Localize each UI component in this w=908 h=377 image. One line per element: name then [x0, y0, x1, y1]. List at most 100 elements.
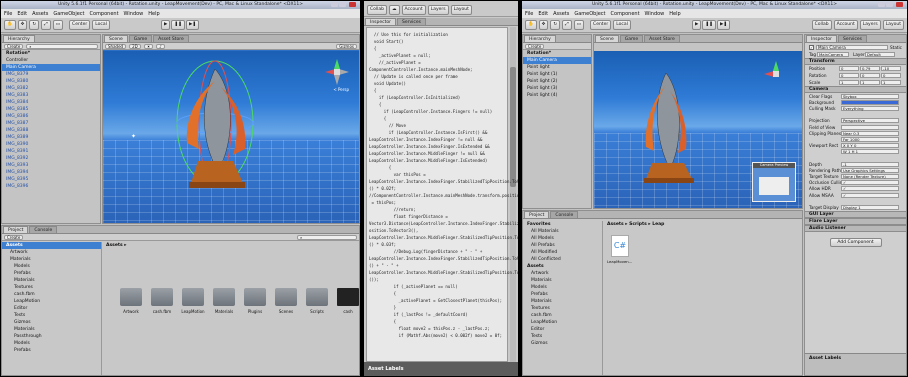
folder-icon[interactable]: [182, 288, 204, 306]
position-z-field[interactable]: -10: [881, 66, 901, 71]
camera-header[interactable]: Camera: [805, 86, 906, 93]
property-value[interactable]: None (Render Texture): [841, 174, 899, 180]
right-close-button[interactable]: [896, 2, 903, 7]
hierarchy-item[interactable]: IMG_8389: [2, 134, 100, 141]
position-x-field[interactable]: 0: [839, 66, 859, 71]
menu-item-window[interactable]: Window: [645, 11, 665, 17]
right-rect-tool-button[interactable]: ▭: [573, 20, 585, 30]
right-tree-item[interactable]: Materials: [523, 277, 602, 284]
minimize-button[interactable]: [331, 2, 338, 7]
rect-tool-button[interactable]: ▭: [52, 20, 64, 30]
rotation-z-field[interactable]: 0: [881, 73, 901, 78]
component-header[interactable]: GUI Layer: [805, 210, 906, 218]
position-y-field[interactable]: 0.79: [860, 66, 880, 71]
scale-z-field[interactable]: 1: [881, 80, 901, 85]
folder-icon[interactable]: [213, 288, 235, 306]
right-tree-item[interactable]: Tests: [523, 333, 602, 340]
right-tab-hierarchy[interactable]: Hierarchy: [524, 35, 556, 42]
right-scale-tool-button[interactable]: ⤢: [562, 20, 572, 30]
property-value[interactable]: -1: [841, 161, 899, 167]
tab-game[interactable]: Game: [128, 35, 153, 42]
right-maximize-button[interactable]: [886, 2, 893, 7]
folder-icon[interactable]: [244, 288, 266, 306]
project-tree-item[interactable]: Passthrough: [2, 333, 101, 340]
project-tree-item[interactable]: Prefabs: [2, 270, 101, 277]
rotate-tool-button[interactable]: ↻: [29, 20, 40, 30]
right-collab-dropdown[interactable]: Collab: [811, 20, 832, 30]
hierarchy-item[interactable]: Main Camera: [2, 64, 100, 71]
shading-dropdown[interactable]: Shaded: [105, 43, 127, 49]
play-button[interactable]: ▶: [161, 20, 171, 30]
project-tree-item[interactable]: LeapMotion: [2, 298, 101, 305]
rotating-model[interactable]: [103, 51, 359, 223]
tab-inspector[interactable]: Inspector: [365, 18, 396, 25]
2d-toggle[interactable]: 2D: [129, 43, 141, 49]
maximize-button[interactable]: [339, 2, 346, 7]
collab-dropdown[interactable]: Collab: [367, 4, 388, 15]
right-hierarchy-item[interactable]: Point light (3): [523, 85, 591, 92]
property-value[interactable]: [841, 124, 899, 130]
menu-item-edit[interactable]: Edit: [17, 11, 27, 17]
project-tree-item[interactable]: Materials: [2, 326, 101, 333]
right-create-dropdown[interactable]: Create: [525, 43, 545, 49]
hierarchy-item[interactable]: IMG_8393: [2, 162, 100, 169]
right-tab-game[interactable]: Game: [619, 35, 644, 42]
hierarchy-item[interactable]: IMG_8380: [2, 78, 100, 85]
property-value[interactable]: Near 0.3: [841, 130, 899, 136]
right-tree-item[interactable]: Assets: [523, 263, 602, 270]
space-toggle[interactable]: Local: [92, 20, 110, 30]
right-hierarchy-item[interactable]: Point light: [523, 64, 591, 71]
script-file[interactable]: C#: [611, 235, 629, 257]
hierarchy-item[interactable]: Controller: [2, 57, 100, 64]
account-dropdown[interactable]: Account: [401, 4, 426, 15]
tab-services[interactable]: Services: [397, 18, 426, 25]
right-minimize-button[interactable]: [878, 2, 885, 7]
hierarchy-item[interactable]: IMG_8383: [2, 92, 100, 99]
hierarchy-search[interactable]: ⌕: [26, 43, 98, 49]
scale-tool-button[interactable]: ⤢: [41, 20, 51, 30]
right-layers-dropdown[interactable]: Layers: [859, 20, 881, 30]
hierarchy-item[interactable]: IMG_8388: [2, 127, 100, 134]
layers-dropdown[interactable]: Layers: [427, 4, 449, 15]
menu-item-gameobject[interactable]: GameObject: [574, 11, 605, 17]
right-layout-dropdown[interactable]: Layout: [882, 20, 904, 30]
right-hand-tool-button[interactable]: ✋: [525, 20, 537, 30]
favorite-item[interactable]: All Conflicted: [523, 256, 602, 263]
create-dropdown[interactable]: Create: [4, 43, 24, 49]
step-button[interactable]: ▶❚: [186, 20, 200, 30]
component-header[interactable]: Audio Listener: [805, 224, 906, 232]
pivot-toggle[interactable]: Center: [69, 20, 91, 30]
menu-item-assets[interactable]: Assets: [32, 11, 48, 17]
right-tree-item[interactable]: LeapMotion: [523, 319, 602, 326]
right-hierarchy-item[interactable]: Point light (2): [523, 78, 591, 85]
hierarchy-item[interactable]: IMG_8394: [2, 169, 100, 176]
right-rotate-tool-button[interactable]: ↻: [550, 20, 561, 30]
menu-item-edit[interactable]: Edit: [538, 11, 548, 17]
menu-item-help[interactable]: Help: [148, 11, 159, 17]
project-tree-item[interactable]: Models: [2, 340, 101, 347]
audio-toggle[interactable]: ♪: [156, 43, 165, 49]
cloud-button[interactable]: ☁: [389, 4, 400, 15]
property-value[interactable]: W 1 H 1: [841, 149, 899, 155]
folder-icon[interactable]: [306, 288, 328, 306]
property-value[interactable]: [841, 99, 899, 105]
project-tree-item[interactable]: Models: [2, 263, 101, 270]
tab-asset-store[interactable]: Asset Store: [153, 35, 189, 42]
right-account-dropdown[interactable]: Account: [833, 20, 858, 30]
property-value[interactable]: Far 1000: [841, 136, 899, 142]
favorite-item[interactable]: All Materials: [523, 228, 602, 235]
close-button[interactable]: [349, 2, 356, 7]
project-tree-item[interactable]: Materials: [2, 277, 101, 284]
layer-dropdown[interactable]: Default: [865, 52, 895, 57]
right-step-button[interactable]: ▶❚: [717, 20, 731, 30]
folder-icon[interactable]: [120, 288, 142, 306]
favorite-item[interactable]: All Models: [523, 235, 602, 242]
right-tab-services[interactable]: Services: [838, 35, 867, 42]
rotation-y-field[interactable]: 0: [860, 73, 880, 78]
scene-viewport[interactable]: < Persp ✦: [103, 51, 359, 223]
property-value[interactable]: X 0 Y 0: [841, 143, 899, 149]
right-hierarchy-item[interactable]: Main Camera: [523, 57, 591, 64]
property-value[interactable]: Skybox: [841, 93, 899, 99]
layout-dropdown[interactable]: Layout: [450, 4, 472, 15]
object-name-field[interactable]: Main Camera: [816, 44, 889, 50]
